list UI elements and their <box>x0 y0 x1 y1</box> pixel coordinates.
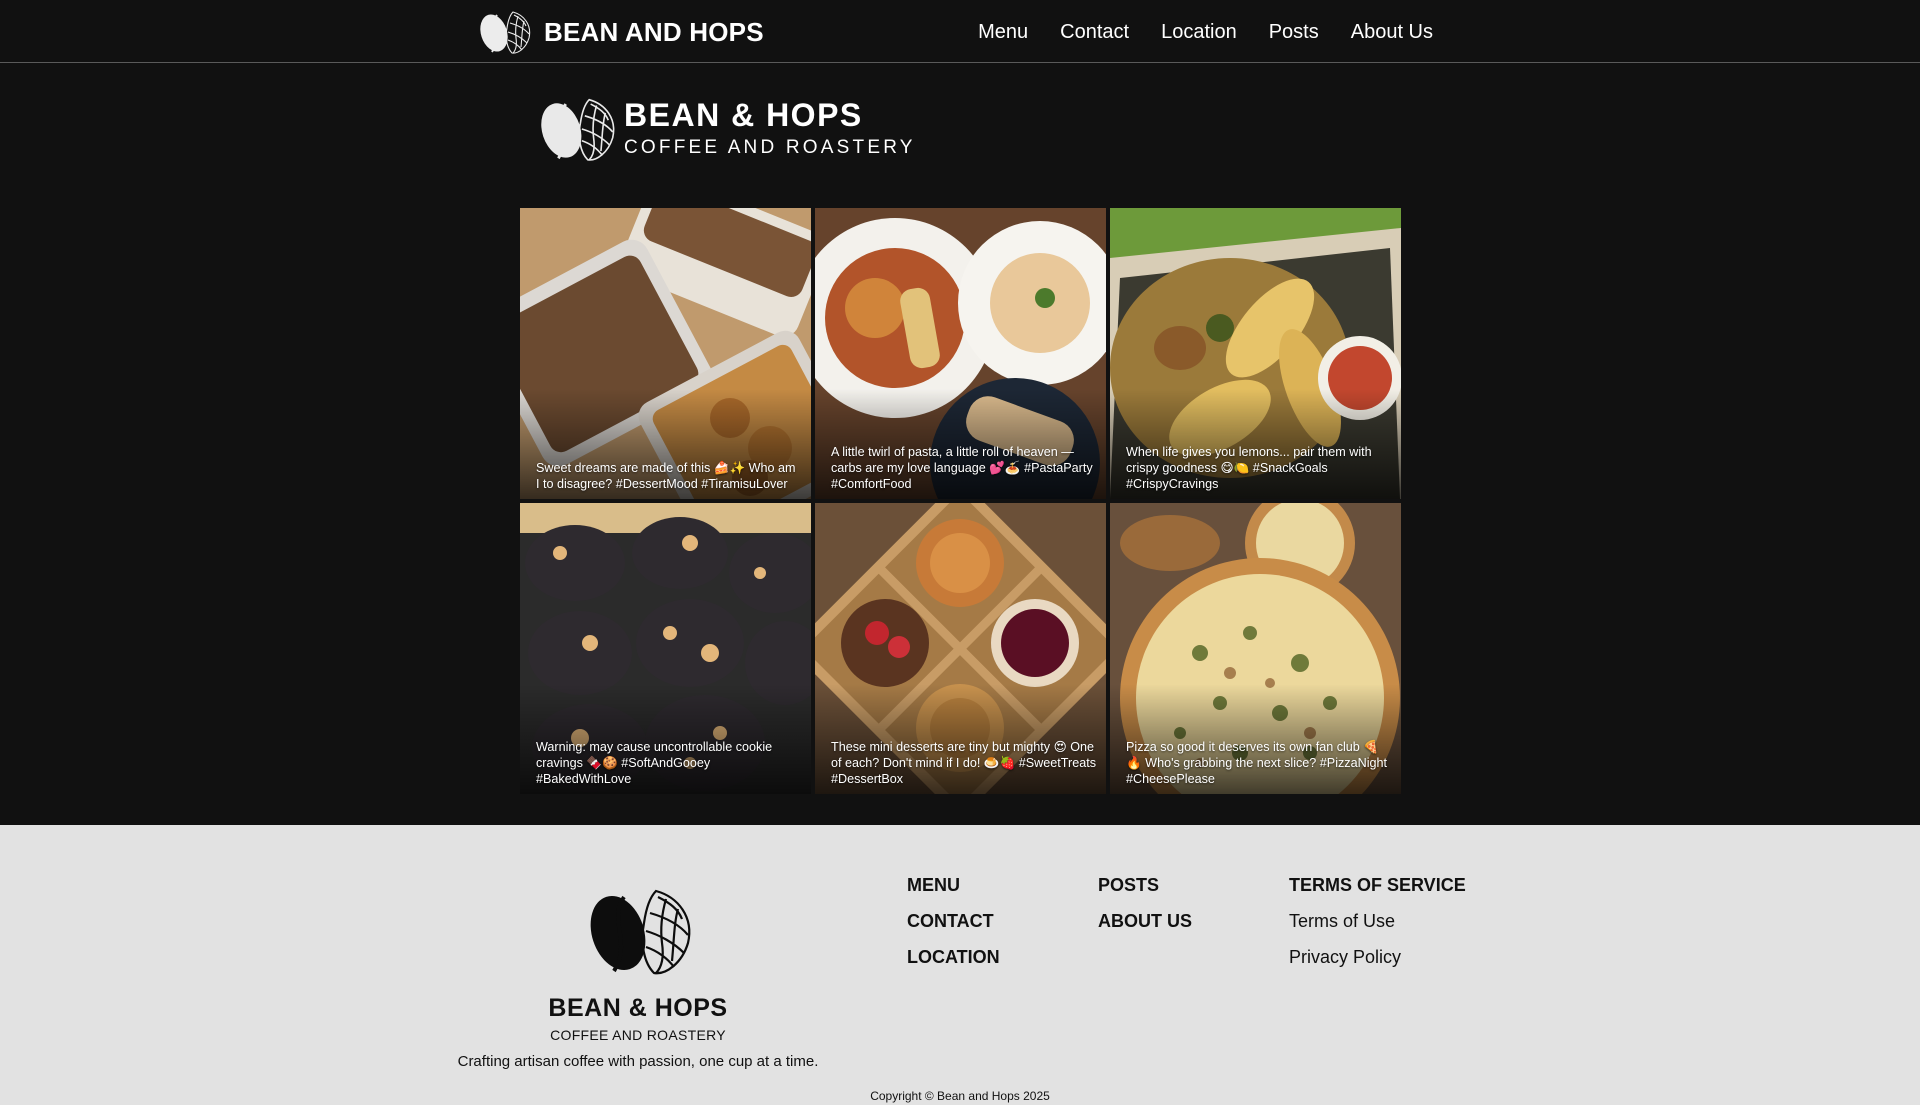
footer-link-privacy-policy[interactable]: Privacy Policy <box>1289 939 1466 975</box>
footer-links-col-3: TERMS OF SERVICE Terms of Use Privacy Po… <box>1289 867 1466 975</box>
hero-logo-icon <box>532 92 620 166</box>
site-footer: BEAN & HOPS COFFEE AND ROASTERY Crafting… <box>0 825 1920 1105</box>
footer-link-menu[interactable]: MENU <box>907 867 1000 903</box>
nav-contact[interactable]: Contact <box>1060 19 1129 45</box>
main-nav: Menu Contact Location Posts About Us <box>946 19 1433 45</box>
post-caption: These mini desserts are tiny but mighty … <box>831 740 1097 786</box>
post-caption: Sweet dreams are made of this 🍰✨ Who am … <box>536 461 796 491</box>
footer-link-terms-of-use[interactable]: Terms of Use <box>1289 903 1466 939</box>
post-caption: Warning: may cause uncontrollable cookie… <box>536 740 773 786</box>
footer-links-col-2: POSTS ABOUT US <box>1098 867 1192 939</box>
footer-title: BEAN & HOPS <box>548 994 728 1022</box>
bean-and-hops-logo-icon <box>474 8 534 56</box>
footer-logo-icon <box>578 883 698 979</box>
hero-subtitle: COFFEE AND ROASTERY <box>624 137 916 158</box>
post-tile[interactable]: Warning: may cause uncontrollable cookie… <box>520 503 811 794</box>
footer-links-col-1: MENU CONTACT LOCATION <box>907 867 1000 975</box>
footer-link-location[interactable]: LOCATION <box>907 939 1000 975</box>
hero-logo-block: BEAN & HOPS COFFEE AND ROASTERY <box>532 92 916 166</box>
nav-menu[interactable]: Menu <box>978 19 1028 45</box>
footer-link-posts[interactable]: POSTS <box>1098 867 1192 903</box>
footer-link-about-us[interactable]: ABOUT US <box>1098 903 1192 939</box>
nav-location[interactable]: Location <box>1161 19 1237 45</box>
footer-link-contact[interactable]: CONTACT <box>907 903 1000 939</box>
post-caption: When life gives you lemons... pair them … <box>1126 445 1372 491</box>
footer-brand: BEAN & HOPS COFFEE AND ROASTERY <box>448 993 828 1043</box>
post-caption: Pizza so good it deserves its own fan cl… <box>1126 740 1387 786</box>
post-caption: A little twirl of pasta, a little roll o… <box>831 445 1093 491</box>
post-tile[interactable]: A little twirl of pasta, a little roll o… <box>815 208 1106 499</box>
post-tile[interactable]: When life gives you lemons... pair them … <box>1110 208 1401 499</box>
hero-title: BEAN & HOPS <box>624 97 863 133</box>
post-tile[interactable]: Sweet dreams are made of this 🍰✨ Who am … <box>520 208 811 499</box>
post-tile[interactable]: These mini desserts are tiny but mighty … <box>815 503 1106 794</box>
footer-subtitle: COFFEE AND ROASTERY <box>550 1027 726 1043</box>
nav-about-us[interactable]: About Us <box>1351 19 1433 45</box>
top-navigation-bar: BEAN AND HOPS Menu Contact Location Post… <box>0 0 1920 63</box>
footer-terms-heading[interactable]: TERMS OF SERVICE <box>1289 867 1466 903</box>
footer-copyright: Copyright © Bean and Hops 2025 <box>870 1089 1050 1103</box>
post-tile[interactable]: Pizza so good it deserves its own fan cl… <box>1110 503 1401 794</box>
header-brand[interactable]: BEAN AND HOPS <box>474 8 764 56</box>
footer-tagline: Crafting artisan coffee with passion, on… <box>457 1053 819 1070</box>
header-brand-name: BEAN AND HOPS <box>544 16 764 47</box>
posts-grid: Sweet dreams are made of this 🍰✨ Who am … <box>520 208 1401 794</box>
nav-posts[interactable]: Posts <box>1269 19 1319 45</box>
